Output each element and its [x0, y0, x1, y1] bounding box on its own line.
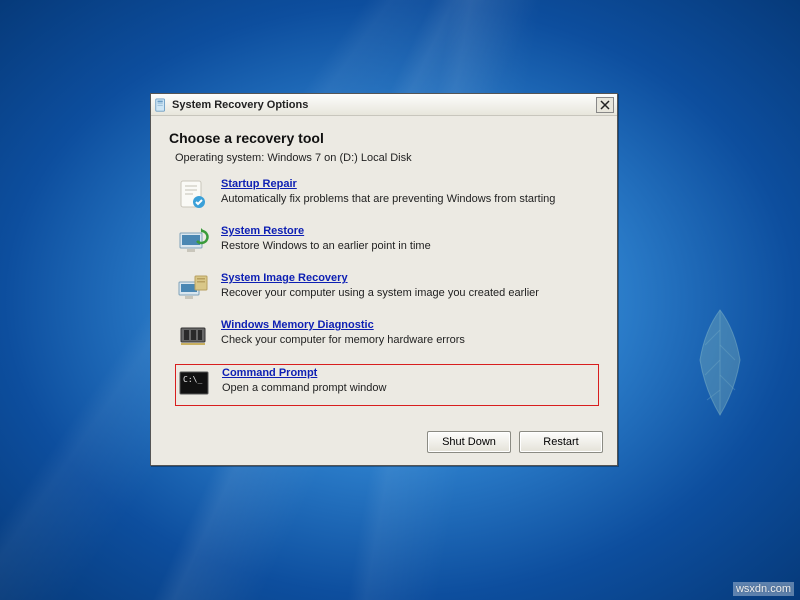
system-image-recovery-icon	[177, 272, 209, 304]
watermark: wsxdn.com	[733, 582, 794, 596]
tool-list: Startup Repair Automatically fix problem…	[175, 176, 599, 406]
startup-repair-link[interactable]: Startup Repair	[221, 178, 297, 190]
memory-diagnostic-desc: Check your computer for memory hardware …	[221, 334, 465, 346]
tool-command-prompt: C:\_ Command Prompt Open a command promp…	[175, 364, 599, 406]
shutdown-button[interactable]: Shut Down	[427, 431, 511, 453]
startup-repair-icon	[177, 178, 209, 210]
dialog-content: Choose a recovery tool Operating system:…	[151, 116, 617, 425]
command-prompt-desc: Open a command prompt window	[222, 382, 386, 394]
app-icon	[154, 98, 168, 112]
system-restore-link[interactable]: System Restore	[221, 225, 304, 237]
system-restore-desc: Restore Windows to an earlier point in t…	[221, 240, 431, 252]
svg-text:C:\_: C:\_	[183, 375, 202, 384]
titlebar: System Recovery Options	[151, 94, 617, 116]
tool-startup-repair: Startup Repair Automatically fix problem…	[175, 176, 599, 212]
command-prompt-icon: C:\_	[178, 367, 210, 399]
close-button[interactable]	[596, 97, 614, 113]
command-prompt-link[interactable]: Command Prompt	[222, 367, 317, 379]
recovery-options-dialog: System Recovery Options Choose a recover…	[150, 93, 618, 466]
restart-button[interactable]: Restart	[519, 431, 603, 453]
system-image-recovery-desc: Recover your computer using a system ima…	[221, 287, 539, 299]
tool-memory-diagnostic: Windows Memory Diagnostic Check your com…	[175, 317, 599, 353]
wallpaper-leaf	[680, 300, 760, 420]
tool-system-image-recovery: System Image Recovery Recover your compu…	[175, 270, 599, 306]
heading: Choose a recovery tool	[169, 130, 599, 146]
button-row: Shut Down Restart	[151, 425, 617, 465]
memory-diagnostic-link[interactable]: Windows Memory Diagnostic	[221, 319, 374, 331]
system-image-recovery-link[interactable]: System Image Recovery	[221, 272, 348, 284]
system-restore-icon	[177, 225, 209, 257]
subheading: Operating system: Windows 7 on (D:) Loca…	[175, 152, 599, 164]
memory-diagnostic-icon	[177, 319, 209, 351]
titlebar-title: System Recovery Options	[172, 99, 596, 111]
tool-system-restore: System Restore Restore Windows to an ear…	[175, 223, 599, 259]
startup-repair-desc: Automatically fix problems that are prev…	[221, 193, 555, 205]
